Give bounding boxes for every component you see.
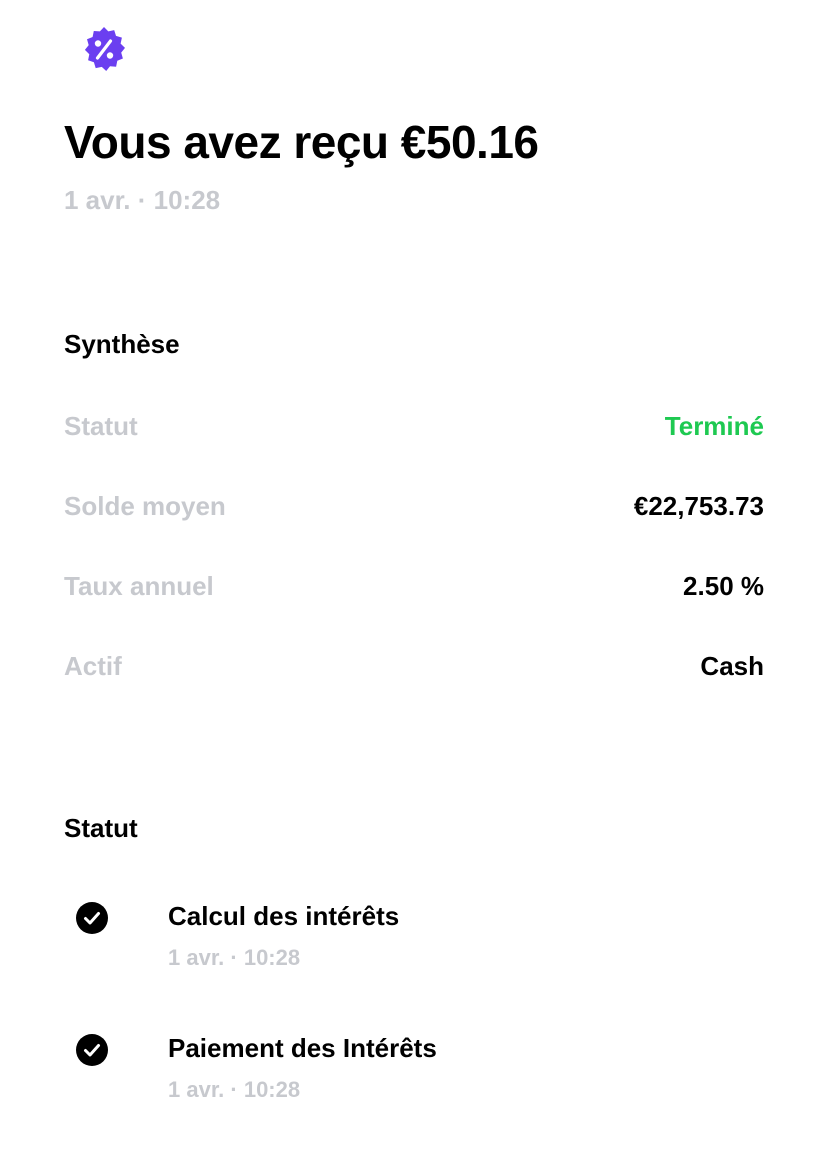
summary-label-status: Statut <box>64 410 138 441</box>
asset-value: Cash <box>700 650 764 681</box>
transaction-datetime: 1 avr. · 10:28 <box>64 185 221 215</box>
timeline-step-title: Calcul des intérêts <box>168 901 400 931</box>
check-circle-icon <box>76 902 108 934</box>
summary-label-asset: Actif <box>64 650 122 681</box>
timeline-step-title: Paiement des Intérêts <box>168 1033 437 1063</box>
annual-rate-value: 2.50 % <box>683 570 764 601</box>
summary-label-annual-rate: Taux annuel <box>64 570 214 601</box>
page-title: Vous avez reçu €50.16 <box>64 116 539 168</box>
summary-row-status: Statut Terminé <box>64 408 764 444</box>
percent-badge-icon <box>81 26 127 72</box>
summary-row-annual-rate: Taux annuel 2.50 % <box>64 568 764 604</box>
summary-heading: Synthèse <box>64 329 180 359</box>
timeline-step-time: 1 avr. · 10:28 <box>168 1077 301 1102</box>
check-circle-icon <box>76 1034 108 1066</box>
average-balance-value: €22,753.73 <box>633 490 764 521</box>
summary-label-average-balance: Solde moyen <box>64 490 226 521</box>
status-heading: Statut <box>64 813 138 843</box>
timeline-step-interest-calculation: Calcul des intérêts 1 avr. · 10:28 <box>0 900 828 990</box>
summary-row-asset: Actif Cash <box>64 648 764 684</box>
status-value: Terminé <box>664 410 764 441</box>
timeline-step-interest-payment: Paiement des Intérêts 1 avr. · 10:28 <box>0 1032 828 1122</box>
timeline-step-time: 1 avr. · 10:28 <box>168 945 301 970</box>
summary-row-average-balance: Solde moyen €22,753.73 <box>64 488 764 524</box>
